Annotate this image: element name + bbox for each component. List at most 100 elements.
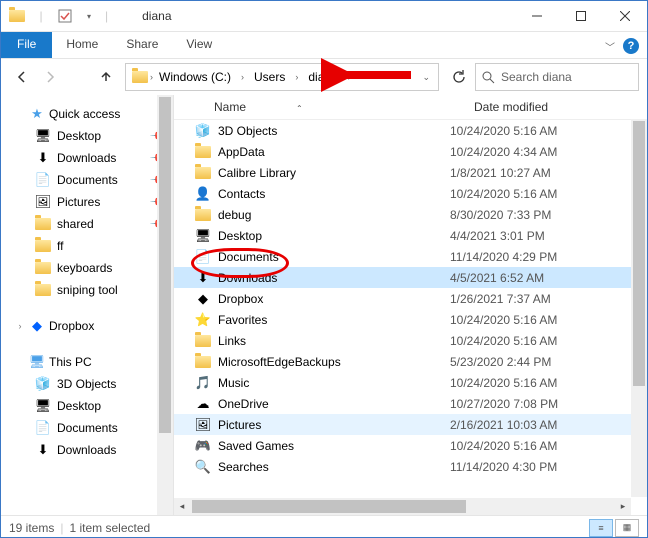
quick-access-header[interactable]: ★ Quick access bbox=[1, 103, 173, 125]
file-row[interactable]: 🖼Pictures2/16/2021 10:03 AM bbox=[174, 414, 647, 435]
file-row[interactable]: 🖥Desktop4/4/2021 3:01 PM bbox=[174, 225, 647, 246]
file-date: 11/14/2020 4:30 PM bbox=[450, 460, 557, 474]
expand-icon[interactable]: › bbox=[15, 321, 25, 331]
file-date: 4/4/2021 3:01 PM bbox=[450, 229, 545, 243]
close-button[interactable] bbox=[603, 1, 647, 31]
vertical-scrollbar[interactable] bbox=[631, 119, 647, 497]
onedrive-icon: ☁ bbox=[194, 395, 212, 413]
home-tab[interactable]: Home bbox=[52, 32, 112, 58]
forward-button[interactable] bbox=[37, 64, 63, 90]
file-row[interactable]: ⬇Downloads4/5/2021 6:52 AM bbox=[174, 267, 647, 288]
sidebar-item-label: Documents bbox=[57, 421, 118, 435]
main-area: ★ Quick access 🖥Desktop📌⬇Downloads📌📄Docu… bbox=[1, 95, 647, 515]
sidebar-item[interactable]: 🖼Pictures📌 bbox=[1, 191, 173, 213]
scrollbar-thumb[interactable] bbox=[159, 97, 171, 433]
minimize-button[interactable] bbox=[515, 1, 559, 31]
file-row[interactable]: MicrosoftEdgeBackups5/23/2020 2:44 PM bbox=[174, 351, 647, 372]
file-row[interactable]: 🎮Saved Games10/24/2020 5:16 AM bbox=[174, 435, 647, 456]
chevron-right-icon[interactable]: › bbox=[237, 70, 248, 84]
nav-scrollbar[interactable] bbox=[157, 95, 173, 515]
sidebar-item-label: 3D Objects bbox=[57, 377, 116, 391]
file-row[interactable]: 🔍Searches11/14/2020 4:30 PM bbox=[174, 456, 647, 477]
sidebar-item[interactable]: 📄 Documents bbox=[1, 417, 173, 439]
properties-icon[interactable] bbox=[55, 6, 75, 26]
file-row[interactable]: 🎵Music10/24/2020 5:16 AM bbox=[174, 372, 647, 393]
sidebar-item[interactable]: sniping tool bbox=[1, 279, 173, 301]
scrollbar-thumb[interactable] bbox=[633, 121, 645, 386]
breadcrumb-segment[interactable]: diana bbox=[304, 68, 341, 86]
separator: | bbox=[60, 521, 63, 535]
file-row[interactable]: 🧊3D Objects10/24/2020 5:16 AM bbox=[174, 120, 647, 141]
sidebar-item[interactable]: 📄Documents📌 bbox=[1, 169, 173, 191]
chevron-right-icon[interactable]: › bbox=[148, 72, 155, 82]
file-row[interactable]: AppData10/24/2020 4:34 AM bbox=[174, 141, 647, 162]
file-name: Contacts bbox=[218, 187, 450, 201]
file-row[interactable]: ⭐Favorites10/24/2020 5:16 AM bbox=[174, 309, 647, 330]
chevron-right-icon[interactable]: › bbox=[344, 70, 355, 84]
scrollbar-thumb[interactable] bbox=[192, 500, 466, 513]
sidebar-item[interactable]: 🧊3D Objects bbox=[1, 373, 173, 395]
documents-icon: 📄 bbox=[35, 420, 51, 436]
file-row[interactable]: 👤 Contacts10/24/2020 5:16 AM bbox=[174, 183, 647, 204]
chevron-right-icon[interactable]: › bbox=[291, 70, 302, 84]
quick-access-label: Quick access bbox=[49, 107, 120, 121]
file-date: 10/24/2020 5:16 AM bbox=[450, 313, 557, 327]
sidebar-item[interactable]: shared📌 bbox=[1, 213, 173, 235]
file-name: Favorites bbox=[218, 313, 450, 327]
file-row[interactable]: 📄Documents11/14/2020 4:29 PM bbox=[174, 246, 647, 267]
maximize-button[interactable] bbox=[559, 1, 603, 31]
file-tab[interactable]: File bbox=[1, 32, 52, 58]
documents-icon: 📄 bbox=[194, 248, 212, 266]
file-date: 10/24/2020 5:16 AM bbox=[450, 439, 557, 453]
file-name: Music bbox=[218, 376, 450, 390]
sidebar-item[interactable]: keyboards bbox=[1, 257, 173, 279]
details-view-button[interactable]: ≡ bbox=[589, 519, 613, 537]
sidebar-item[interactable]: ⬇Downloads📌 bbox=[1, 147, 173, 169]
horizontal-scrollbar[interactable]: ◂ ▸ bbox=[174, 498, 631, 515]
address-history-icon[interactable]: ⌄ bbox=[420, 72, 432, 83]
sidebar-item[interactable]: ⬇Downloads bbox=[1, 439, 173, 461]
qat-dropdown-icon[interactable]: ▾ bbox=[79, 6, 99, 26]
window-title: diana bbox=[142, 9, 171, 23]
share-tab[interactable]: Share bbox=[112, 32, 172, 58]
date-column-header[interactable]: Date modified bbox=[474, 100, 647, 114]
help-icon[interactable]: ? bbox=[623, 38, 639, 54]
file-name: Calibre Library bbox=[218, 166, 450, 180]
file-date: 10/24/2020 5:16 AM bbox=[450, 187, 557, 201]
breadcrumb-segment[interactable]: Windows (C:) bbox=[155, 68, 235, 86]
sidebar-item[interactable]: 🖥Desktop bbox=[1, 395, 173, 417]
title-bar: | ▾ | diana bbox=[1, 1, 647, 32]
file-row[interactable]: Links10/24/2020 5:16 AM bbox=[174, 330, 647, 351]
contacts-icon: 👤 bbox=[194, 185, 212, 203]
recent-dropdown-icon[interactable] bbox=[65, 64, 91, 90]
folder-icon bbox=[35, 238, 51, 254]
name-column-header[interactable]: Name⌃ bbox=[174, 100, 474, 114]
breadcrumb-segment[interactable]: Users bbox=[250, 68, 289, 86]
file-name: Searches bbox=[218, 460, 450, 474]
view-tab[interactable]: View bbox=[172, 32, 226, 58]
file-row[interactable]: ☁OneDrive10/27/2020 7:08 PM bbox=[174, 393, 647, 414]
file-name: Downloads bbox=[218, 271, 450, 285]
folder-icon bbox=[35, 282, 51, 298]
file-row[interactable]: Calibre Library1/8/2021 10:27 AM bbox=[174, 162, 647, 183]
scroll-left-icon[interactable]: ◂ bbox=[174, 498, 190, 515]
sidebar-item[interactable]: 🖥Desktop📌 bbox=[1, 125, 173, 147]
dropbox-header[interactable]: › ◆ Dropbox bbox=[1, 315, 173, 337]
scroll-right-icon[interactable]: ▸ bbox=[615, 498, 631, 515]
expand-ribbon-icon[interactable]: ﹀ bbox=[605, 39, 615, 54]
search-icon bbox=[482, 71, 495, 84]
desktop-icon: 🖥 bbox=[35, 128, 51, 144]
thumbnails-view-button[interactable]: ▦ bbox=[615, 519, 639, 537]
up-button[interactable] bbox=[93, 64, 119, 90]
refresh-button[interactable] bbox=[445, 64, 473, 90]
back-button[interactable] bbox=[9, 64, 35, 90]
file-row[interactable]: ◆Dropbox1/26/2021 7:37 AM bbox=[174, 288, 647, 309]
sidebar-item[interactable]: ff bbox=[1, 235, 173, 257]
search-box[interactable]: Search diana bbox=[475, 63, 639, 91]
file-row[interactable]: debug8/30/2020 7:33 PM bbox=[174, 204, 647, 225]
sidebar-item-label: sniping tool bbox=[57, 283, 118, 297]
downloads-icon: ⬇ bbox=[35, 442, 51, 458]
star-icon: ★ bbox=[29, 106, 45, 122]
address-bar[interactable]: › Windows (C:)›Users›diana› ⌄ bbox=[125, 63, 439, 91]
this-pc-header[interactable]: 🖥 This PC bbox=[1, 351, 173, 373]
